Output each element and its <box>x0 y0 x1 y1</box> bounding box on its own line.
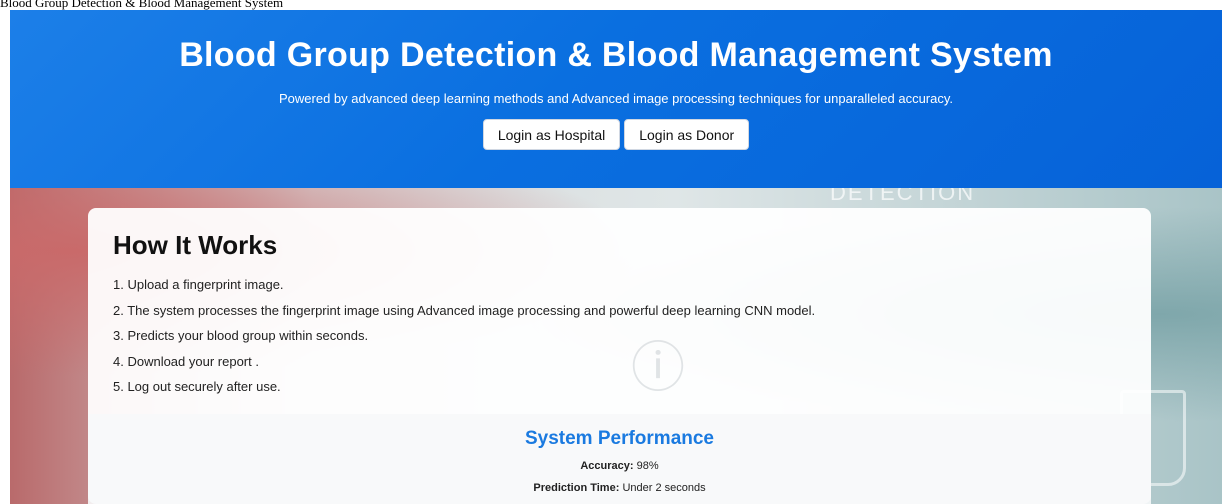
accuracy-row: Accuracy: 98% <box>88 460 1151 472</box>
prediction-time-row: Prediction Time: Under 2 seconds <box>88 482 1151 494</box>
accuracy-label: Accuracy: <box>580 460 637 472</box>
step-item: 2. The system processes the fingerprint … <box>113 302 816 318</box>
page-subtitle: Powered by advanced deep learning method… <box>278 91 954 106</box>
how-it-works-heading: How It Works <box>113 230 278 260</box>
accuracy-value: 98% <box>636 460 659 472</box>
step-item: 5. Log out securely after use. <box>113 379 281 395</box>
watermark-logo-icon: ⓘ <box>631 338 685 398</box>
performance-heading: System Performance <box>524 428 715 449</box>
system-performance-panel: System Performance Accuracy: 98% Predict… <box>88 414 1151 504</box>
step-item: 4. Download your report . <box>113 353 259 369</box>
steps-list: 1. Upload a fingerprint image. 2. The sy… <box>113 276 815 404</box>
top-caption: Blood Group Detection & Blood Management… <box>0 0 1222 10</box>
login-hospital-button[interactable]: Login as Hospital <box>482 119 621 150</box>
step-item: 3. Predicts your blood group within seco… <box>113 328 369 344</box>
login-buttons: Login as Hospital Login as Donor <box>10 119 1222 150</box>
login-donor-button[interactable]: Login as Donor <box>624 119 750 150</box>
prediction-time-label: Prediction Time: <box>533 482 623 494</box>
header-banner: Blood Group Detection & Blood Management… <box>10 10 1222 188</box>
prediction-time-value: Under 2 seconds <box>622 482 706 494</box>
background-text: DETECTION <box>830 188 976 205</box>
how-it-works-card: How It Works 1. Upload a fingerprint ima… <box>88 208 1151 504</box>
page-title: Blood Group Detection & Blood Management… <box>179 36 1053 74</box>
step-item: 1. Upload a fingerprint image. <box>113 277 284 292</box>
